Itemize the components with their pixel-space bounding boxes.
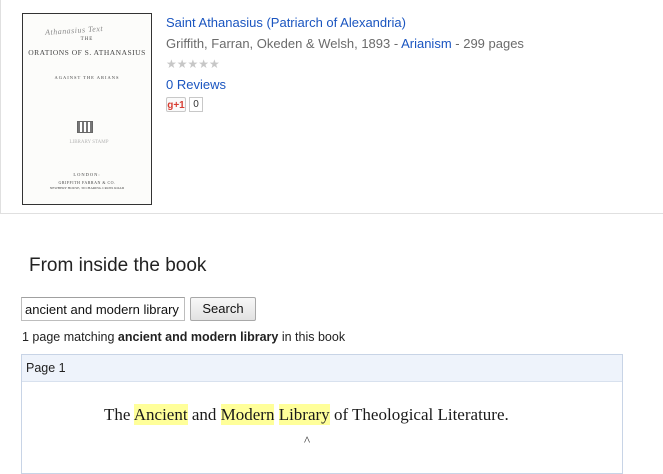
match-summary: 1 page matching ancient and modern libra… xyxy=(22,330,345,344)
book-details: Saint Athanasius (Patriarch of Alexandri… xyxy=(166,12,524,112)
snippet-pre: The xyxy=(104,405,134,424)
match-suffix: in this book xyxy=(278,330,346,344)
snippet-mid1: and xyxy=(187,405,221,424)
reviews-link[interactable]: 0 Reviews xyxy=(166,77,226,92)
caret-mark: ^ xyxy=(304,433,311,448)
snippet-highlight-ancient: Ancient xyxy=(133,404,188,425)
snippet-highlight-modern: Modern xyxy=(220,404,275,425)
snippet-image-text: The Ancient and Modern Library of Theolo… xyxy=(104,404,509,425)
match-prefix: 1 page matching xyxy=(22,330,118,344)
book-title-link[interactable]: Saint Athanasius (Patriarch of Alexandri… xyxy=(166,15,406,30)
book-meta: Griffith, Farran, Okeden & Welsh, 1893 -… xyxy=(166,33,524,54)
cover-the: THE xyxy=(80,37,94,42)
snippet-post: of Theological Literature. xyxy=(329,405,509,424)
cover-publisher: GRIFFITH FARRAN & CO. xyxy=(58,180,116,185)
rating-stars-icon[interactable]: ★★★★★ xyxy=(166,56,524,73)
search-input[interactable] xyxy=(21,297,185,321)
printer-device-icon xyxy=(77,121,93,133)
gplus-button[interactable]: g+1 xyxy=(166,96,186,112)
cover-city: LONDON: xyxy=(73,172,101,177)
inside-book-heading: From inside the book xyxy=(29,255,207,276)
book-cover-thumbnail[interactable]: Athanasius Text THE ORATIONS OF S. ATHAN… xyxy=(22,13,152,205)
match-query: ancient and modern library xyxy=(117,330,279,344)
search-button[interactable]: Search xyxy=(190,297,256,321)
search-result-card[interactable]: Page 1 The Ancient and Modern Library of… xyxy=(21,354,623,474)
book-info-panel: Athanasius Text THE ORATIONS OF S. ATHAN… xyxy=(0,0,663,214)
result-page-label[interactable]: Page 1 xyxy=(22,355,622,382)
gplus-count: 0 xyxy=(189,96,203,112)
publisher-year-text: Griffith, Farran, Okeden & Welsh, 1893 - xyxy=(166,36,402,51)
cover-title: ORATIONS OF S. ATHANASIUS xyxy=(28,48,146,57)
cover-subtitle: AGAINST THE ARIANS xyxy=(54,75,120,80)
cover-handwriting: Athanasius Text xyxy=(44,23,104,38)
category-link[interactable]: Arianism xyxy=(401,36,452,51)
cover-address: NEWBERY HOUSE, 39 CHARING CROSS ROAD xyxy=(49,186,125,190)
snippet-highlight-library: Library xyxy=(278,404,330,425)
page-count-text: - 299 pages xyxy=(451,36,524,51)
gplus-widget: g+1 0 xyxy=(166,96,524,112)
library-stamp: LIBRARY STAMP xyxy=(69,140,109,145)
